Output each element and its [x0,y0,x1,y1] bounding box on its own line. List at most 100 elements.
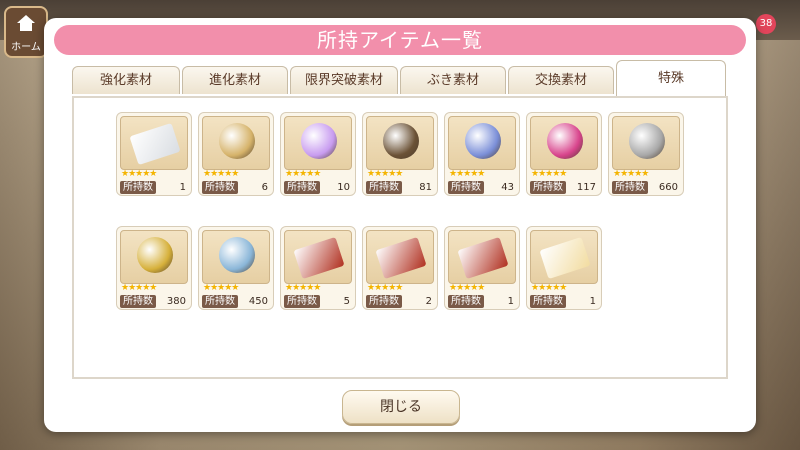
count-row: 所持数 43 [448,181,516,194]
count-row: 所持数 660 [612,181,680,194]
item-art [448,230,516,284]
count-row: 所持数 2 [366,295,434,308]
count-label: 所持数 [284,181,320,194]
count-value: 1 [507,296,514,307]
count-label: 所持数 [530,181,566,194]
rarity-stars: ★★★★★ [203,169,239,179]
tab-weapon-material[interactable]: ぶき素材 [400,66,506,94]
item-card[interactable]: ★★★★★ 所持数 450 [198,226,274,310]
bronze-medal-icon [383,123,419,159]
ticket-silver-icon [129,122,181,166]
rarity-stars: ★★★★★ [531,283,567,293]
count-row: 所持数 1 [530,295,598,308]
item-art [612,116,680,170]
count-label: 所持数 [366,181,402,194]
blue-medal-icon [465,123,501,159]
count-label: 所持数 [448,181,484,194]
item-art [448,116,516,170]
count-label: 所持数 [202,295,238,308]
silver-figure-icon [629,123,665,159]
item-card[interactable]: ★★★★★ 所持数 10 [280,112,356,196]
count-row: 所持数 6 [202,181,270,194]
close-button[interactable]: 閉じる [342,390,460,424]
item-list-modal: 所持アイテム一覧 強化素材 進化素材 限界突破素材 ぶき素材 交換素材 特殊 ★… [44,18,756,432]
item-card[interactable]: ★★★★★ 所持数 6 [198,112,274,196]
item-card[interactable]: ★★★★★ 所持数 380 [116,226,192,310]
item-art [284,230,352,284]
tab-limit-break-material[interactable]: 限界突破素材 [290,66,398,94]
count-row: 所持数 380 [120,295,188,308]
count-row: 所持数 1 [448,295,516,308]
count-value: 1 [179,182,186,193]
item-art [284,116,352,170]
gold-figure-icon [137,237,173,273]
notification-badge: 38 [756,14,776,34]
modal-title: 所持アイテム一覧 [54,25,746,55]
count-value: 81 [419,182,432,193]
count-label: 所持数 [284,295,320,308]
rarity-stars: ★★★★★ [531,169,567,179]
count-value: 1 [589,296,596,307]
count-label: 所持数 [612,181,648,194]
count-value: 2 [425,296,432,307]
count-value: 5 [343,296,350,307]
count-label: 所持数 [448,295,484,308]
count-label: 所持数 [202,181,238,194]
red-ticket-icon [457,236,509,280]
tab-special[interactable]: 特殊 [616,60,726,96]
tab-exchange-material[interactable]: 交換素材 [508,66,614,94]
count-value: 43 [501,182,514,193]
portrait-card-icon [539,236,591,280]
item-card[interactable]: ★★★★★ 所持数 2 [362,226,438,310]
count-row: 所持数 117 [530,181,598,194]
rarity-stars: ★★★★★ [367,283,403,293]
rarity-stars: ★★★★★ [367,169,403,179]
rarity-stars: ★★★★★ [613,169,649,179]
item-card[interactable]: ★★★★★ 所持数 660 [608,112,684,196]
item-card[interactable]: ★★★★★ 所持数 1 [116,112,192,196]
rainbow-crystal-icon [301,123,337,159]
count-row: 所持数 1 [120,181,188,194]
items-panel: ★★★★★ 所持数 1 ★★★★★ 所持数 6 ★★★★★ 所持数 10 ★★★★★ 所持数 81 ★★… [72,96,728,379]
item-card[interactable]: ★★★★★ 所持数 43 [444,112,520,196]
item-card[interactable]: ★★★★★ 所持数 1 [444,226,520,310]
rarity-stars: ★★★★★ [285,283,321,293]
count-label: 所持数 [366,295,402,308]
home-icon [17,15,35,31]
count-label: 所持数 [120,295,156,308]
item-card[interactable]: ★★★★★ 所持数 81 [362,112,438,196]
home-button[interactable]: ホーム [4,6,48,58]
count-value: 6 [261,182,268,193]
count-row: 所持数 81 [366,181,434,194]
dreamcatcher-icon [219,123,255,159]
item-art [530,230,598,284]
tab-evolve-material[interactable]: 進化素材 [182,66,288,94]
item-card[interactable]: ★★★★★ 所持数 1 [526,226,602,310]
item-art [366,116,434,170]
blue-tin-icon [219,237,255,273]
rarity-stars: ★★★★★ [203,283,239,293]
red-ticket-icon [293,236,345,280]
rarity-stars: ★★★★★ [449,169,485,179]
count-value: 117 [576,182,596,193]
tab-enhance-material[interactable]: 強化素材 [72,66,180,94]
count-label: 所持数 [530,295,566,308]
rarity-stars: ★★★★★ [121,169,157,179]
item-art [366,230,434,284]
item-art [120,116,188,170]
count-value: 10 [337,182,350,193]
home-label: ホーム [11,42,41,53]
rarity-stars: ★★★★★ [449,283,485,293]
red-ticket-icon [375,236,427,280]
rarity-stars: ★★★★★ [121,283,157,293]
count-value: 660 [658,182,678,193]
item-card[interactable]: ★★★★★ 所持数 5 [280,226,356,310]
count-value: 380 [166,296,186,307]
item-card[interactable]: ★★★★★ 所持数 117 [526,112,602,196]
pink-medal-icon [547,123,583,159]
count-row: 所持数 10 [284,181,352,194]
count-row: 所持数 450 [202,295,270,308]
count-value: 450 [248,296,268,307]
rarity-stars: ★★★★★ [285,169,321,179]
item-art [202,230,270,284]
